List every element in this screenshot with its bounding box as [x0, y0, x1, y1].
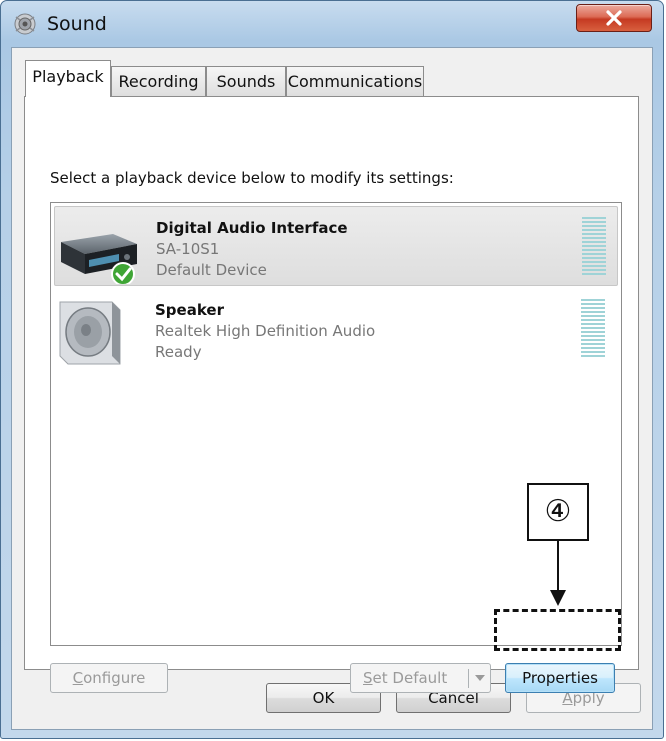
properties-button[interactable]: Properties [505, 663, 615, 693]
device-item-digital-audio-interface[interactable]: Digital Audio Interface SA-10S1 Default … [54, 206, 618, 286]
device-status: Ready [155, 343, 202, 361]
properties-highlight [494, 609, 621, 651]
device-name: Speaker [155, 301, 224, 319]
close-icon [606, 10, 622, 26]
callout-arrow-head [550, 590, 566, 606]
volume-meter [582, 217, 606, 277]
device-description: Realtek High Definition Audio [155, 322, 376, 340]
dropdown-arrow-icon[interactable] [475, 675, 485, 681]
configure-button[interactable]: Configure [50, 663, 168, 693]
speaker-icon [58, 298, 138, 366]
volume-meter [581, 299, 605, 359]
device-description: SA-10S1 [156, 240, 220, 258]
tab-recording[interactable]: Recording [111, 66, 206, 96]
speaker-app-icon [13, 12, 37, 36]
title-bar[interactable]: Sound [1, 1, 663, 47]
instruction-text: Select a playback device below to modify… [50, 169, 454, 187]
device-list[interactable]: Digital Audio Interface SA-10S1 Default … [50, 202, 622, 646]
set-default-button[interactable]: Set Default [350, 663, 491, 693]
split-divider [468, 669, 469, 688]
callout-arrow [557, 541, 559, 593]
device-name: Digital Audio Interface [156, 219, 348, 237]
set-default-label: et Default [372, 669, 448, 687]
configure-accel: C [72, 669, 84, 687]
set-default-accel: S [363, 669, 373, 687]
close-button[interactable] [576, 4, 652, 32]
device-status: Default Device [156, 261, 267, 279]
tab-playback[interactable]: Playback [25, 60, 111, 97]
tab-communications[interactable]: Communications [286, 66, 424, 96]
configure-label: onfigure [83, 669, 146, 687]
device-item-speaker[interactable]: Speaker Realtek High Definition Audio Re… [54, 289, 618, 369]
playback-panel: Select a playback device below to modify… [24, 96, 639, 693]
step-callout: ④ [527, 483, 589, 541]
window-title: Sound [47, 13, 107, 35]
audio-interface-icon [59, 216, 139, 286]
tab-sounds[interactable]: Sounds [206, 66, 286, 96]
